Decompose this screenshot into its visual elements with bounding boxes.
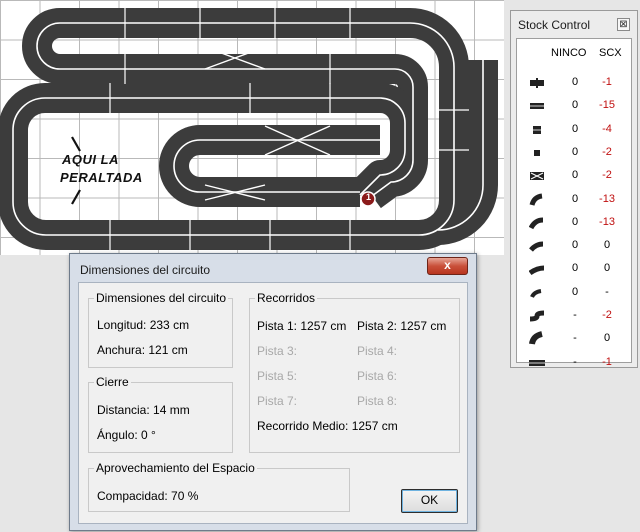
stock-row: 0 -2	[517, 165, 631, 188]
banked-curve-piece-icon	[529, 331, 545, 347]
stock-row: 00	[517, 235, 631, 258]
stock-ninco-value: 0	[571, 262, 579, 275]
stock-row: 0 -13	[517, 212, 631, 235]
stock-scx-value: 0	[603, 239, 611, 252]
pista-6-value: Pista 6:	[357, 369, 398, 383]
stock-row: 0 -13	[517, 189, 631, 212]
pista-5-value: Pista 5:	[257, 369, 298, 383]
stock-ninco-value: 0	[571, 285, 579, 298]
stock-row: 00	[517, 258, 631, 281]
stock-row: -0	[517, 328, 631, 351]
stock-ninco-value: 0	[571, 122, 579, 135]
straight-cross-piece-icon	[529, 75, 545, 91]
group-cierre-legend: Cierre	[94, 375, 131, 389]
stock-control-window: Stock Control ⊠ NINCO SCX 0 -1 0 -15 0 -4 0 -2 0…	[510, 10, 638, 368]
stock-ninco-value: 0	[571, 215, 579, 228]
stock-row: - -1	[517, 352, 631, 375]
stock-row: 0 -1	[517, 72, 631, 95]
curve-tight-piece-icon	[529, 285, 545, 301]
stock-row: 0 -2	[517, 142, 631, 165]
crossover-piece-icon	[529, 168, 545, 184]
pista-8-value: Pista 8:	[357, 394, 398, 408]
stock-scx-value: -13	[599, 215, 615, 228]
pista-2-value: Pista 2: 1257 cm	[357, 319, 447, 333]
long-straight-piece-icon	[529, 355, 545, 371]
stock-scx-value: -15	[599, 99, 615, 112]
stock-control-title: Stock Control	[518, 18, 591, 32]
stock-ninco-value: 0	[571, 239, 579, 252]
start-marker-label: 1	[365, 192, 371, 202]
curve-standard-piece-icon	[528, 215, 545, 231]
stock-scx-value: -13	[599, 192, 615, 205]
chicane-piece-icon	[529, 308, 545, 324]
track-top-hairpin	[22, 8, 428, 140]
circuit-dimensions-dialog: Dimensiones del circuito x Dimensiones d…	[69, 253, 477, 531]
group-dimensions: Dimensiones del circuito Longitud: 233 c…	[88, 291, 233, 368]
stock-row: 0 -15	[517, 95, 631, 118]
track-layout-canvas[interactable]: AQUI LA PERALTADA 1	[0, 0, 504, 255]
stock-ninco-value: -	[573, 355, 577, 368]
group-cierre: Cierre Distancia: 14 mm Ángulo: 0 °	[88, 375, 233, 453]
group-recorridos-legend: Recorridos	[255, 291, 318, 305]
pista-4-value: Pista 4:	[357, 344, 398, 358]
stock-row: 0 -4	[517, 119, 631, 142]
short-straight-piece-icon	[529, 122, 545, 138]
stock-scx-value: -2	[602, 309, 612, 321]
track-drawing	[0, 8, 498, 250]
angulo-value: Ángulo: 0 °	[97, 428, 156, 442]
stock-ninco-value: -	[573, 309, 577, 321]
dialog-body: Dimensiones del circuito Longitud: 233 c…	[78, 282, 468, 524]
stock-ninco-value: -	[573, 332, 577, 345]
stock-ninco-value: 0	[571, 76, 579, 88]
stock-scx-value: -2	[602, 145, 612, 158]
compacidad-value: Compacidad: 70 %	[97, 489, 199, 503]
stock-ninco-value: 0	[571, 145, 579, 158]
recorrido-medio-value: Recorrido Medio: 1257 cm	[257, 419, 398, 433]
curve-outer-piece-icon	[529, 238, 545, 254]
column-ninco: NINCO	[551, 47, 587, 59]
group-aprovechamiento-legend: Aprovechamiento del Espacio	[94, 461, 257, 475]
group-dimensions-legend: Dimensiones del circuito	[94, 291, 229, 305]
column-scx: SCX	[599, 47, 622, 59]
distancia-value: Distancia: 14 mm	[97, 403, 190, 417]
curve-inner-piece-icon	[529, 192, 545, 208]
stock-ninco-value: 0	[571, 99, 579, 112]
stock-row: 0-	[517, 282, 631, 305]
pista-3-value: Pista 3:	[257, 344, 298, 358]
pista-1-value: Pista 1: 1257 cm	[257, 319, 347, 333]
stock-row: - -2	[517, 305, 631, 328]
stock-close-button[interactable]: ⊠	[617, 18, 630, 31]
stock-scx-value: 0	[603, 262, 611, 275]
dialog-close-button[interactable]: x	[427, 257, 468, 275]
pista-7-value: Pista 7:	[257, 394, 298, 408]
group-aprovechamiento: Aprovechamiento del Espacio Compacidad: …	[88, 461, 350, 512]
stock-scx-value: -2	[602, 169, 612, 182]
anchura-value: Anchura: 121 cm	[97, 343, 188, 357]
stock-scx-value: -	[605, 285, 609, 298]
stock-ninco-value: 0	[571, 192, 579, 205]
stock-scx-value: 0	[603, 332, 611, 345]
quarter-straight-piece-icon	[529, 145, 545, 161]
stock-scx-value: -1	[602, 76, 612, 88]
ok-button[interactable]: OK	[401, 489, 458, 513]
stock-table: NINCO SCX 0 -1 0 -15 0 -4 0 -2 0 -2 0 -13 0 -13 0 0 0 0 0-…	[516, 38, 632, 368]
longitud-value: Longitud: 233 cm	[97, 318, 190, 332]
dialog-title: Dimensiones del circuito	[80, 263, 211, 277]
stock-scx-value: -1	[602, 355, 612, 368]
straight-piece-icon	[529, 98, 545, 114]
annotation-line-2: PERALTADA	[60, 170, 143, 185]
track-inner-loop	[159, 125, 380, 207]
stock-scx-value: -4	[602, 122, 612, 135]
group-recorridos: Recorridos Pista 1: 1257 cm Pista 2: 125…	[249, 291, 460, 453]
curve-wide-piece-icon	[528, 261, 545, 277]
stock-ninco-value: 0	[571, 169, 579, 182]
annotation-line-1: AQUI LA	[62, 152, 119, 167]
